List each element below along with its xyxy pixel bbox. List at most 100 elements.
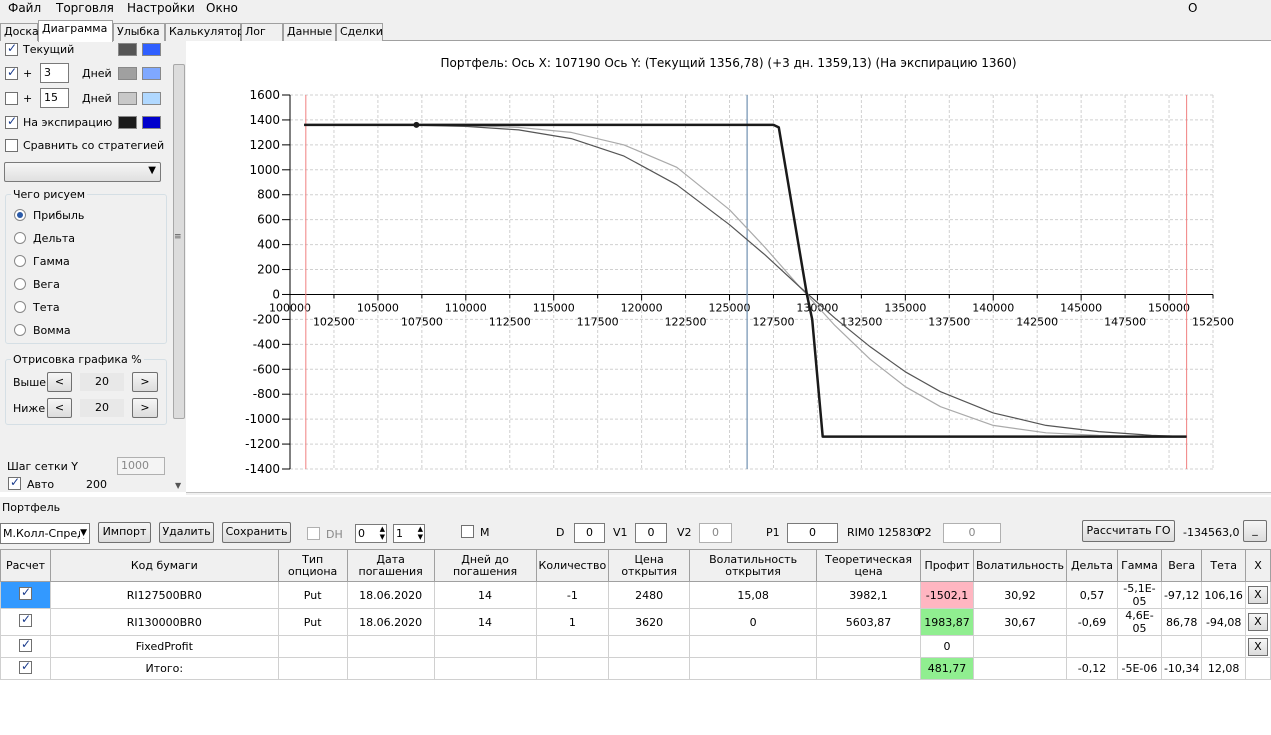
table-cell[interactable]: Put — [277, 581, 348, 609]
p1-input[interactable]: 0 — [787, 523, 838, 543]
tab-diagram[interactable]: Диаграмма — [38, 20, 113, 42]
table-cell[interactable]: -5E-06 — [1116, 657, 1162, 680]
table-cell[interactable]: Итого: — [49, 657, 279, 680]
table-cell[interactable] — [608, 657, 691, 680]
days1-input[interactable]: 3 — [40, 63, 69, 83]
table-cell[interactable] — [689, 657, 818, 680]
table-cell[interactable] — [689, 635, 818, 658]
table-cell[interactable]: 1 — [535, 608, 610, 636]
col-profit[interactable]: Профит — [920, 549, 974, 582]
table-cell[interactable]: 30,92 — [973, 581, 1067, 609]
table-row[interactable]: Итого: 481,77 -0,12-5E-06-10,3412,08 — [0, 657, 1271, 680]
table-cell[interactable] — [346, 635, 435, 658]
table-cell[interactable]: 0,57 — [1065, 581, 1118, 609]
table-cell[interactable]: -1502,1 — [920, 581, 974, 609]
table-cell[interactable]: 15,08 — [689, 581, 818, 609]
tab-data[interactable]: Данные — [283, 23, 336, 41]
table-cell[interactable] — [1065, 635, 1118, 658]
strategy-select[interactable]: М.Колл-Спред ▼ — [0, 523, 90, 544]
above-decrease-button[interactable]: < — [47, 372, 72, 392]
remove-row-button[interactable]: X — [1247, 637, 1268, 656]
dh-checkbox[interactable] — [307, 527, 320, 540]
menu-file[interactable]: Файл — [4, 1, 45, 15]
m-checkbox[interactable] — [461, 525, 474, 538]
delete-button[interactable]: Удалить — [159, 522, 214, 543]
tab-calculator[interactable]: Калькулятор — [165, 23, 244, 41]
remove-row-button[interactable]: X — [1247, 613, 1268, 631]
expiry-color-swatch[interactable] — [118, 116, 137, 129]
table-cell[interactable]: -94,08 — [1201, 608, 1246, 636]
table-cell[interactable]: 30,67 — [973, 608, 1067, 636]
table-cell[interactable]: 3982,1 — [816, 581, 922, 609]
plus15-color-swatch-2[interactable] — [142, 92, 161, 105]
spin2-input[interactable]: 1 ▲ ▼ — [393, 524, 425, 543]
table-cell[interactable] — [973, 635, 1067, 658]
current-color-swatch[interactable] — [118, 43, 137, 56]
table-cell[interactable] — [816, 657, 922, 680]
table-row[interactable]: FixedProfit 0 X — [0, 635, 1271, 658]
current-checkbox[interactable] — [5, 41, 18, 56]
spinner-icon[interactable]: ▲ ▼ — [418, 525, 423, 541]
table-cell[interactable]: RI130000BR0 — [49, 608, 279, 636]
p2-input[interactable]: 0 — [943, 523, 1001, 543]
table-cell[interactable]: 3620 — [608, 608, 691, 636]
table-cell[interactable]: -5,1E-05 — [1116, 581, 1162, 609]
table-cell[interactable]: 18.06.2020 — [346, 581, 435, 609]
table-cell[interactable]: -97,12 — [1160, 581, 1203, 609]
radio-delta[interactable] — [14, 232, 26, 244]
col-vol[interactable]: Волатильность — [973, 549, 1067, 582]
col-open-vol[interactable]: Волатильность открытия — [689, 549, 818, 582]
col-theta[interactable]: Тета — [1201, 549, 1246, 582]
calc-cell[interactable] — [0, 608, 51, 636]
col-open-price[interactable]: Цена открытия — [608, 549, 691, 582]
table-cell[interactable]: 0 — [920, 635, 974, 658]
below-value[interactable]: 20 — [80, 399, 124, 417]
left-scrollbar[interactable]: ≡ ▼ — [172, 62, 186, 492]
table-cell[interactable]: -10,34 — [1160, 657, 1203, 680]
table-cell[interactable]: FixedProfit — [49, 635, 279, 658]
table-cell[interactable] — [1116, 635, 1162, 658]
calc-cell[interactable] — [0, 581, 51, 609]
col-days[interactable]: Дней до погашения — [433, 549, 537, 582]
radio-vega[interactable] — [14, 278, 26, 290]
profit-chart[interactable]: 1600 1400 1200 1000 800 600 400 200 0 -200 -400 -60… — [186, 41, 1271, 492]
table-cell[interactable]: Put — [277, 608, 348, 636]
strategy-dropdown[interactable]: ▼ — [4, 162, 161, 182]
below-decrease-button[interactable]: < — [47, 398, 72, 418]
radio-theta[interactable] — [14, 301, 26, 313]
tab-board[interactable]: Доска — [0, 23, 39, 41]
table-cell[interactable]: 5603,87 — [816, 608, 922, 636]
plus3-color-swatch[interactable] — [118, 67, 137, 80]
calc-cell[interactable] — [0, 635, 51, 658]
table-cell[interactable] — [1201, 635, 1246, 658]
table-cell[interactable] — [433, 635, 537, 658]
calc-cell[interactable] — [0, 657, 51, 680]
spinner-icon[interactable]: ▲ ▼ — [380, 525, 385, 541]
calc-checkbox[interactable] — [18, 659, 32, 674]
table-cell[interactable]: 86,78 — [1160, 608, 1203, 636]
menu-settings[interactable]: Настройки — [123, 1, 199, 15]
plus15-checkbox[interactable] — [5, 92, 18, 105]
col-calc[interactable]: Расчет — [0, 549, 51, 582]
calc-go-button[interactable]: Рассчитать ГО — [1082, 520, 1175, 542]
table-cell[interactable]: -0,12 — [1065, 657, 1118, 680]
table-cell[interactable]: 481,77 — [920, 657, 974, 680]
tab-smile[interactable]: Улыбка — [113, 23, 165, 41]
grid-step-input[interactable]: 1000 — [117, 457, 165, 475]
col-code[interactable]: Код бумаги — [49, 549, 279, 582]
menu-trade[interactable]: Торговля — [52, 1, 118, 15]
v2-input[interactable]: 0 — [699, 523, 732, 543]
above-increase-button[interactable]: > — [132, 372, 158, 392]
table-cell[interactable] — [277, 657, 348, 680]
calc-checkbox[interactable] — [18, 585, 32, 600]
menu-window[interactable]: Окно — [202, 1, 242, 15]
table-cell[interactable]: 14 — [433, 581, 537, 609]
above-value[interactable]: 20 — [80, 373, 124, 391]
spin1-input[interactable]: 0 ▲ ▼ — [355, 524, 387, 543]
col-vega[interactable]: Вега — [1160, 549, 1203, 582]
col-qty[interactable]: Количество — [535, 549, 610, 582]
col-theor-price[interactable]: Теоретическая цена — [816, 549, 922, 582]
table-cell[interactable]: 106,16 — [1201, 581, 1246, 609]
table-cell[interactable]: 12,08 — [1201, 657, 1246, 680]
plus3-color-swatch-2[interactable] — [142, 67, 161, 80]
